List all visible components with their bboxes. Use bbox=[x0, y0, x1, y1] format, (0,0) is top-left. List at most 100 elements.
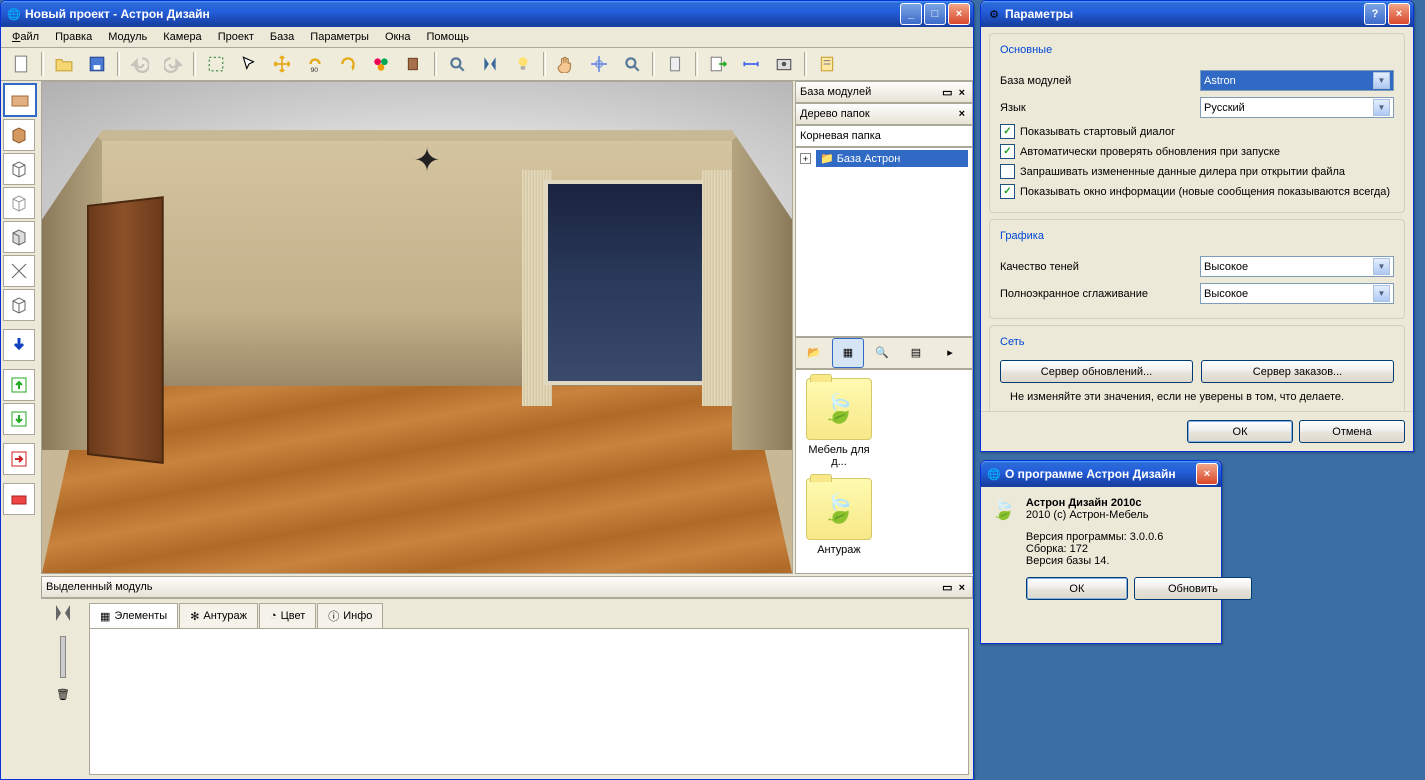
close-params-button[interactable]: × bbox=[1388, 3, 1410, 25]
calc-icon[interactable] bbox=[659, 49, 691, 79]
menu-project[interactable]: Проект bbox=[211, 29, 261, 45]
rotate-icon[interactable] bbox=[332, 49, 364, 79]
rotate90-icon[interactable]: 90 bbox=[299, 49, 331, 79]
view-list-icon[interactable]: ▤ bbox=[900, 338, 932, 368]
order-server-button[interactable]: Сервер заказов... bbox=[1201, 360, 1394, 383]
view-more-icon[interactable]: ▸ bbox=[934, 338, 966, 368]
close-tree-icon[interactable]: × bbox=[956, 108, 968, 120]
about-ok-button[interactable]: ОК bbox=[1026, 577, 1128, 600]
object-icon[interactable] bbox=[398, 49, 430, 79]
select-icon[interactable] bbox=[200, 49, 232, 79]
check-ask-dealer[interactable] bbox=[1000, 164, 1015, 179]
chevron-down-icon[interactable]: ▼ bbox=[1373, 72, 1390, 89]
box-wire3-icon[interactable] bbox=[3, 289, 35, 321]
zoom2-icon[interactable] bbox=[616, 49, 648, 79]
close-selmod-icon[interactable]: × bbox=[956, 582, 968, 594]
app-icon: 🌐 bbox=[7, 7, 21, 21]
tab-info[interactable]: ⓘИнфо bbox=[317, 603, 383, 628]
menu-edit[interactable]: Правка bbox=[48, 29, 99, 45]
slider[interactable] bbox=[60, 636, 66, 678]
folder-open-icon[interactable]: 📂 bbox=[798, 338, 830, 368]
cursor-icon[interactable] bbox=[233, 49, 265, 79]
combo-module-base[interactable]: Astron▼ bbox=[1200, 70, 1394, 91]
right-red-icon[interactable] bbox=[3, 443, 35, 475]
ok-button[interactable]: ОК bbox=[1187, 420, 1293, 443]
close-panel-icon[interactable]: × bbox=[956, 87, 968, 99]
help-button[interactable]: ? bbox=[1364, 3, 1386, 25]
chevron-down-icon[interactable]: ▼ bbox=[1373, 258, 1390, 275]
close-about-button[interactable]: × bbox=[1196, 463, 1218, 485]
folder-furniture[interactable]: 🍃 Мебель для д... bbox=[804, 378, 874, 468]
view-icons-icon[interactable]: ▦ bbox=[832, 338, 864, 368]
cancel-button[interactable]: Отмена bbox=[1299, 420, 1405, 443]
check-show-info[interactable]: ✓ bbox=[1000, 184, 1015, 199]
export-icon[interactable] bbox=[702, 49, 734, 79]
redo-icon[interactable] bbox=[157, 49, 189, 79]
hand-icon[interactable] bbox=[550, 49, 582, 79]
save-icon[interactable] bbox=[81, 49, 113, 79]
box-solid-icon[interactable] bbox=[3, 119, 35, 151]
menu-windows[interactable]: Окна bbox=[378, 29, 418, 45]
light-icon[interactable] bbox=[507, 49, 539, 79]
misc-red-icon[interactable] bbox=[3, 483, 35, 515]
new-file-icon[interactable] bbox=[5, 49, 37, 79]
tab-entourage[interactable]: ✻Антураж bbox=[179, 603, 258, 628]
menu-params[interactable]: Параметры bbox=[303, 29, 376, 45]
up-green-icon[interactable] bbox=[3, 369, 35, 401]
down-arrow-icon[interactable] bbox=[3, 329, 35, 361]
folder-view[interactable]: 🍃 Мебель для д... 🍃 Антураж bbox=[795, 369, 973, 575]
minimize-button[interactable]: _ bbox=[900, 3, 922, 25]
about-titlebar[interactable]: 🌐 О программе Астрон Дизайн × bbox=[981, 461, 1221, 487]
selected-module-header[interactable]: Выделенный модуль ▭× bbox=[41, 576, 973, 598]
combo-fsaa[interactable]: Высокое▼ bbox=[1200, 283, 1394, 304]
wall-tool-icon[interactable] bbox=[3, 83, 37, 117]
menu-module[interactable]: Модуль bbox=[101, 29, 154, 45]
combo-shadow[interactable]: Высокое▼ bbox=[1200, 256, 1394, 277]
zoom-icon[interactable] bbox=[441, 49, 473, 79]
render-area[interactable]: ✦ bbox=[42, 82, 792, 573]
main-titlebar[interactable]: 🌐 Новый проект - Астрон Дизайн _ □ × bbox=[1, 1, 973, 27]
update-server-button[interactable]: Сервер обновлений... bbox=[1000, 360, 1193, 383]
tab-elements[interactable]: ▦Элементы bbox=[89, 603, 178, 628]
box-wire-icon[interactable] bbox=[3, 153, 35, 185]
undo-icon[interactable] bbox=[124, 49, 156, 79]
check-show-start[interactable]: ✓ bbox=[1000, 124, 1015, 139]
maximize-button[interactable]: □ bbox=[924, 3, 946, 25]
tree-node-astron[interactable]: 📁 База Астрон bbox=[816, 150, 968, 167]
move-icon[interactable] bbox=[266, 49, 298, 79]
down-green-icon[interactable] bbox=[3, 403, 35, 435]
open-icon[interactable] bbox=[48, 49, 80, 79]
folder-tree-header[interactable]: Дерево папок × bbox=[795, 103, 973, 125]
chevron-down-icon[interactable]: ▼ bbox=[1373, 99, 1390, 116]
dock-icon[interactable]: ▭ bbox=[939, 87, 955, 99]
folder-entourage[interactable]: 🍃 Антураж bbox=[804, 478, 874, 556]
about-update-button[interactable]: Обновить bbox=[1134, 577, 1252, 600]
box-edge-icon[interactable] bbox=[3, 255, 35, 287]
tab-color[interactable]: ◔Цвет bbox=[259, 603, 316, 628]
menu-camera[interactable]: Камера bbox=[156, 29, 208, 45]
menu-help[interactable]: Помощь bbox=[420, 29, 477, 45]
chevron-down-icon[interactable]: ▼ bbox=[1373, 285, 1390, 302]
snapshot-icon[interactable] bbox=[768, 49, 800, 79]
orbit-icon[interactable] bbox=[583, 49, 615, 79]
box-half-icon[interactable] bbox=[3, 221, 35, 253]
check-auto-update[interactable]: ✓ bbox=[1000, 144, 1015, 159]
combo-language[interactable]: Русский▼ bbox=[1200, 97, 1394, 118]
close-button[interactable]: × bbox=[948, 3, 970, 25]
folder-tree[interactable]: + 📁 База Астрон bbox=[795, 147, 973, 337]
box-wire2-icon[interactable] bbox=[3, 187, 35, 219]
dock-icon[interactable]: ▭ bbox=[939, 582, 955, 594]
tree-expand[interactable]: + 📁 База Астрон bbox=[796, 148, 972, 169]
trash-icon[interactable]: 🗑 bbox=[56, 688, 70, 701]
color-icon[interactable] bbox=[365, 49, 397, 79]
viewport-3d[interactable]: ✦ bbox=[41, 81, 793, 574]
measure-icon[interactable] bbox=[735, 49, 767, 79]
folder-search-icon[interactable]: 🔍 bbox=[866, 338, 898, 368]
menu-base[interactable]: База bbox=[263, 29, 301, 45]
report-icon[interactable] bbox=[811, 49, 843, 79]
mirror-icon[interactable] bbox=[474, 49, 506, 79]
mirror2-icon[interactable] bbox=[53, 603, 73, 626]
menu-file[interactable]: Файл bbox=[5, 29, 46, 45]
module-base-header[interactable]: База модулей ▭× bbox=[795, 81, 973, 103]
params-titlebar[interactable]: ⚙ Параметры ? × bbox=[981, 1, 1413, 27]
